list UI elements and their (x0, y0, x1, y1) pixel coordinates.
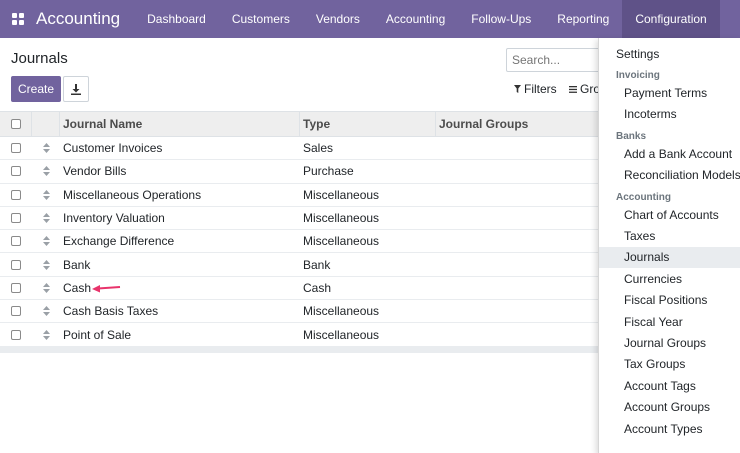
drag-handle-icon[interactable] (32, 207, 60, 229)
download-icon (71, 83, 81, 95)
journal-name-cell[interactable]: Bank (60, 253, 300, 275)
menu-item-add-a-bank-account[interactable]: Add a Bank Account (599, 143, 740, 164)
nav-configuration[interactable]: Configuration (622, 0, 720, 38)
annotation-arrow-icon (92, 285, 121, 293)
drag-handle-icon[interactable] (32, 323, 60, 345)
row-checkbox[interactable] (11, 282, 21, 293)
row-checkbox[interactable] (11, 329, 21, 340)
menu-item-account-types[interactable]: Account Types (599, 418, 740, 439)
journal-type-cell[interactable]: Miscellaneous (300, 184, 436, 206)
row-checkbox-cell[interactable] (0, 207, 32, 229)
select-all-checkbox[interactable] (10, 119, 21, 129)
menu-item-account-tags[interactable]: Account Tags (599, 375, 740, 396)
row-checkbox-cell[interactable] (0, 253, 32, 275)
journal-name-cell[interactable]: Miscellaneous Operations (60, 184, 300, 206)
journal-name-cell[interactable]: Customer Invoices (60, 137, 300, 159)
menu-item-taxes[interactable]: Taxes (599, 225, 740, 246)
menu-item-payment-terms[interactable]: Payment Terms (599, 82, 740, 103)
row-checkbox-cell[interactable] (0, 277, 32, 299)
journal-name-cell[interactable]: Inventory Valuation (60, 207, 300, 229)
row-checkbox-cell[interactable] (0, 137, 32, 159)
group-by-label: Gro (580, 82, 601, 96)
row-checkbox[interactable] (11, 306, 21, 317)
menu-item-tax-groups[interactable]: Tax Groups (599, 354, 740, 375)
journal-type-cell[interactable]: Purchase (300, 160, 436, 182)
menu-item-account-groups[interactable]: Account Groups (599, 397, 740, 418)
journal-type-cell[interactable]: Miscellaneous (300, 207, 436, 229)
row-checkbox[interactable] (11, 189, 21, 200)
journal-type-cell[interactable]: Bank (300, 253, 436, 275)
journal-type-cell[interactable]: Miscellaneous (300, 230, 436, 252)
row-checkbox[interactable] (11, 166, 21, 177)
nav-customers[interactable]: Customers (219, 0, 303, 38)
menu-item-reconciliation-models[interactable]: Reconciliation Models (599, 165, 740, 186)
handle-header (32, 112, 60, 136)
nav-follow-ups[interactable]: Follow-Ups (458, 0, 544, 38)
menu-section-header: Invoicing (616, 70, 660, 82)
filters-label: Filters (524, 82, 557, 96)
menu-item-journal-groups[interactable]: Journal Groups (599, 332, 740, 353)
group-by-button[interactable]: Gro (569, 82, 600, 96)
menu-item-incoterms[interactable]: Incoterms (599, 104, 740, 125)
group-by-icon (569, 85, 577, 93)
column-header-type[interactable]: Type (300, 112, 436, 136)
journal-type-cell[interactable]: Cash (300, 277, 436, 299)
row-checkbox[interactable] (11, 236, 21, 247)
row-checkbox-cell[interactable] (0, 300, 32, 322)
menu-item-journals[interactable]: Journals (599, 246, 740, 268)
row-checkbox-cell[interactable] (0, 160, 32, 182)
journal-name-cell[interactable]: Cash Basis Taxes (60, 300, 300, 322)
nav-reporting[interactable]: Reporting (544, 0, 622, 38)
journal-type-cell[interactable]: Sales (300, 137, 436, 159)
menu-item-fiscal-year[interactable]: Fiscal Year (599, 311, 740, 332)
menu-item-fiscal-positions[interactable]: Fiscal Positions (599, 290, 740, 311)
menu-section-header: Accounting (616, 192, 671, 203)
top-navbar: Accounting Dashboard Customers Vendors A… (0, 0, 740, 38)
menu-section-header: Banks (616, 131, 647, 143)
configuration-dropdown: Settings Invoicing Payment Terms Incoterms B… (598, 38, 740, 453)
journal-name-cell[interactable]: Vendor Bills (60, 160, 300, 182)
page-title: Journals (11, 50, 68, 67)
menu-item-settings[interactable]: Settings (599, 43, 740, 64)
nav-accounting[interactable]: Accounting (373, 0, 458, 38)
filters-button[interactable]: Filters (514, 82, 557, 96)
menu-item-chart-of-accounts[interactable]: Chart of Accounts (599, 204, 740, 225)
drag-handle-icon[interactable] (32, 300, 60, 322)
column-header-journal-name[interactable]: Journal Name (60, 112, 300, 136)
row-checkbox-cell[interactable] (0, 323, 32, 345)
journal-name-cell[interactable]: Exchange Difference (60, 230, 300, 252)
journal-type-cell[interactable]: Miscellaneous (300, 300, 436, 322)
drag-handle-icon[interactable] (32, 160, 60, 182)
apps-menu-icon[interactable] (0, 0, 36, 38)
app-title[interactable]: Accounting (36, 9, 134, 29)
drag-handle-icon[interactable] (32, 184, 60, 206)
select-all-cell[interactable] (0, 112, 32, 136)
create-button[interactable]: Create (11, 76, 61, 102)
row-checkbox-cell[interactable] (0, 184, 32, 206)
journal-type-cell[interactable]: Miscellaneous (300, 323, 436, 345)
nav-dashboard[interactable]: Dashboard (134, 0, 219, 38)
drag-handle-icon[interactable] (32, 137, 60, 159)
row-checkbox[interactable] (11, 259, 21, 270)
download-button[interactable] (63, 76, 89, 102)
journal-name-cell[interactable]: Point of Sale (60, 323, 300, 345)
drag-handle-icon[interactable] (32, 277, 60, 299)
filter-icon (514, 85, 521, 93)
search-input[interactable] (506, 48, 606, 72)
row-checkbox[interactable] (11, 143, 21, 154)
drag-handle-icon[interactable] (32, 253, 60, 275)
row-checkbox-cell[interactable] (0, 230, 32, 252)
nav-vendors[interactable]: Vendors (303, 0, 373, 38)
row-checkbox[interactable] (11, 213, 21, 224)
drag-handle-icon[interactable] (32, 230, 60, 252)
menu-item-currencies[interactable]: Currencies (599, 268, 740, 289)
